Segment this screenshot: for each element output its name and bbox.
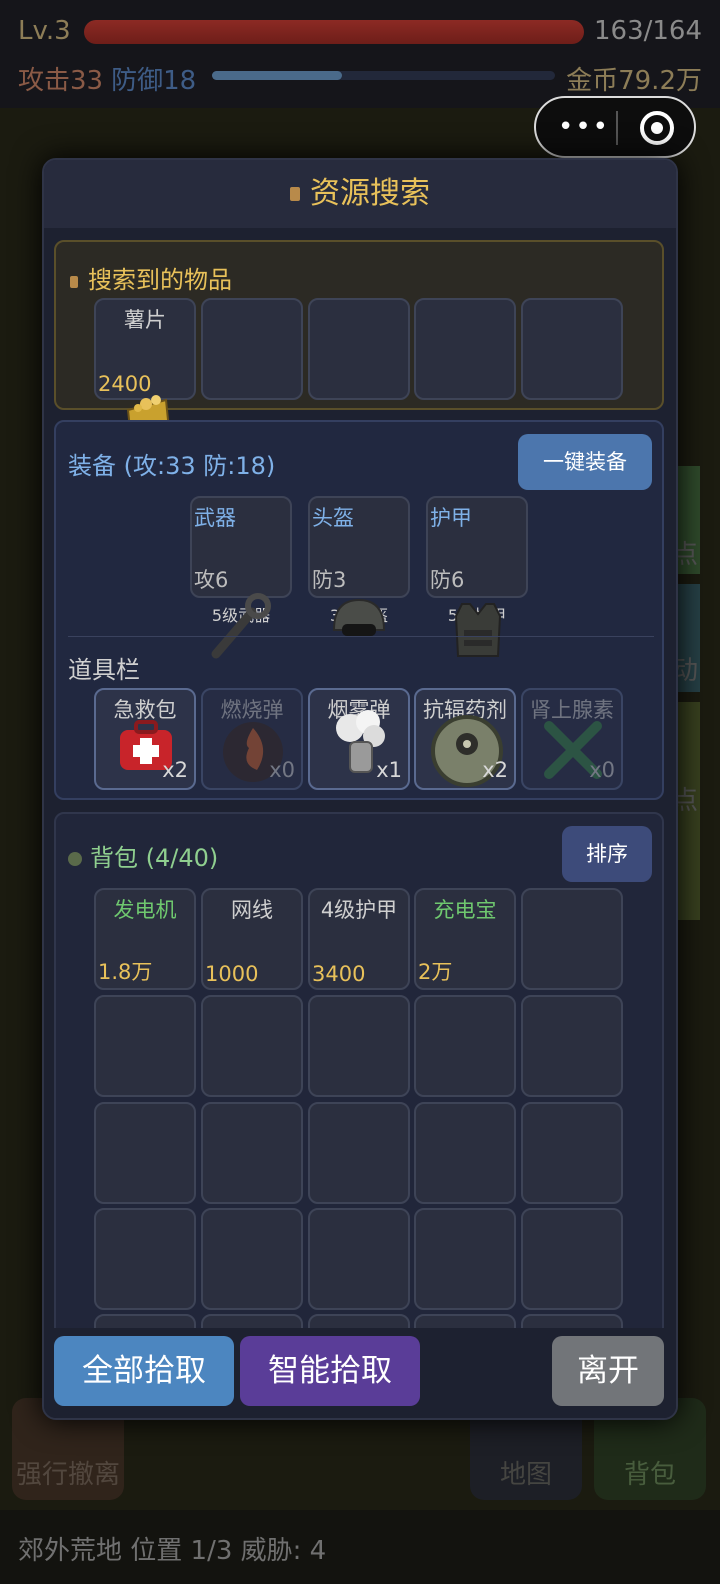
backpack-icon xyxy=(68,852,82,866)
smart-pick-button[interactable]: 智能拾取 xyxy=(240,1336,420,1406)
backpack-title: 背包 (4/40) xyxy=(68,838,218,873)
item-value: 1.8万 xyxy=(98,960,153,984)
xp-bar-fill xyxy=(212,71,343,80)
found-items-panel: 搜索到的物品 薯片 2400 xyxy=(54,240,664,450)
tool-count: x0 xyxy=(589,758,615,782)
tool-count: x2 xyxy=(482,758,508,782)
more-dots-icon[interactable]: ••• xyxy=(558,112,610,142)
xp-bar xyxy=(212,71,555,80)
backpack-slot[interactable] xyxy=(414,1208,516,1310)
slot-name: 头盔 xyxy=(312,506,354,530)
tool-slot-adrenaline[interactable]: 肾上腺素 x0 xyxy=(521,688,623,790)
item-name: 充电宝 xyxy=(433,898,497,922)
item-value: 1000 xyxy=(205,962,259,986)
item-value: 3400 xyxy=(312,962,366,986)
pick-all-button[interactable]: 全部拾取 xyxy=(54,1336,234,1406)
weapon-slot[interactable]: 武器 攻6 xyxy=(190,496,292,598)
backpack-label: 背包 xyxy=(623,1460,676,1490)
backpack-slot[interactable]: 充电宝 2万 xyxy=(414,888,516,990)
tool-count: x0 xyxy=(269,758,295,782)
backpack-slot[interactable] xyxy=(414,995,516,1097)
backpack-slot[interactable] xyxy=(308,995,410,1097)
backpack-slot[interactable] xyxy=(521,1102,623,1204)
defense-stat: 防御18 xyxy=(111,66,197,96)
equipment-panel: 装备 (攻:33 防:18) 一键装备 武器 攻6 5级武器 头盔 防3 3级头… xyxy=(54,420,664,800)
backpack-slot[interactable] xyxy=(201,1102,303,1204)
wrench-icon xyxy=(211,593,271,659)
resource-search-dialog: 资源搜索 搜索到的物品 薯片 2400 装备 (攻:33 防:18) 一键装备 … xyxy=(42,158,678,1420)
found-items-title: 搜索到的物品 xyxy=(70,260,232,295)
combat-stats: 攻击33 防御18 xyxy=(18,60,196,97)
backpack-slot[interactable] xyxy=(94,995,196,1097)
found-item-icon xyxy=(70,276,78,288)
miniprogram-capsule[interactable]: ••• xyxy=(534,96,696,158)
backpack-slot[interactable] xyxy=(94,1102,196,1204)
found-slot[interactable] xyxy=(521,298,623,400)
tool-count: x2 xyxy=(162,758,188,782)
backpack-slot[interactable] xyxy=(521,1208,623,1310)
hp-bar xyxy=(84,20,584,44)
hp-text: 163/164 xyxy=(593,16,702,46)
slot-stat: 攻6 xyxy=(194,568,229,592)
helmet-icon xyxy=(332,598,386,636)
sort-button[interactable]: 排序 xyxy=(562,826,652,882)
equipment-title: 装备 (攻:33 防:18) xyxy=(68,452,276,480)
action-bar: 全部拾取 智能拾取 离开 xyxy=(44,1328,676,1418)
slot-name: 武器 xyxy=(194,506,236,530)
backpack-slot[interactable] xyxy=(414,1102,516,1204)
found-slot[interactable] xyxy=(308,298,410,400)
backpack-slot[interactable] xyxy=(94,1208,196,1310)
helmet-slot[interactable]: 头盔 防3 xyxy=(308,496,410,598)
level-label: Lv.3 xyxy=(18,16,71,46)
capsule-divider xyxy=(616,111,618,145)
tool-slot-fire-bomb[interactable]: 燃烧弹 x0 xyxy=(201,688,303,790)
slot-stat: 防6 xyxy=(430,568,465,592)
item-name: 4级护甲 xyxy=(320,898,398,922)
evacuate-label: 强行撤离 xyxy=(15,1460,120,1490)
backpack-panel: 背包 (4/40) 排序 发电机 1.8万 网线 1000 4级护甲 3400 充电宝 2万 xyxy=(54,812,664,1416)
backpack-slot[interactable] xyxy=(308,1102,410,1204)
tool-slot-first-aid[interactable]: 急救包 x2 xyxy=(94,688,196,790)
found-slot[interactable] xyxy=(414,298,516,400)
equip-all-button[interactable]: 一键装备 xyxy=(518,434,652,490)
attack-stat: 攻击33 xyxy=(18,66,104,96)
tool-slot-anti-radiation[interactable]: 抗辐药剂 x2 xyxy=(414,688,516,790)
backpack-slot[interactable] xyxy=(201,1208,303,1310)
location-status-bar: 郊外荒地 位置 1/3 威胁: 4 xyxy=(0,1510,720,1584)
backpack-slot[interactable]: 4级护甲 3400 xyxy=(308,888,410,990)
item-name: 网线 xyxy=(231,898,273,922)
leave-button[interactable]: 离开 xyxy=(552,1336,664,1406)
armor-slot[interactable]: 护甲 防6 xyxy=(426,496,528,598)
tools-title: 道具栏 xyxy=(68,656,140,684)
backpack-slot[interactable] xyxy=(308,1208,410,1310)
tool-count: x1 xyxy=(376,758,402,782)
backpack-slot[interactable]: 网线 1000 xyxy=(201,888,303,990)
backpack-slot[interactable] xyxy=(521,888,623,990)
search-item-icon xyxy=(290,187,300,201)
gold-counter: 金币79.2万 xyxy=(566,66,702,96)
map-label: 地图 xyxy=(499,1460,552,1490)
backpack-slot[interactable] xyxy=(201,995,303,1097)
dialog-title: 资源搜索 xyxy=(310,176,430,211)
item-value: 2万 xyxy=(418,960,453,984)
item-name: 发电机 xyxy=(113,898,177,922)
found-slot[interactable] xyxy=(201,298,303,400)
target-icon[interactable] xyxy=(640,111,674,145)
item-name: 薯片 xyxy=(124,308,166,332)
location-status: 郊外荒地 位置 1/3 威胁: 4 xyxy=(18,1536,327,1566)
section-divider xyxy=(68,636,654,637)
slot-name: 护甲 xyxy=(430,506,472,530)
tool-slot-smoke[interactable]: 烟雾弹 x1 xyxy=(308,688,410,790)
top-hud: Lv.3 163/164 攻击33 防御18 金币79.2万 xyxy=(0,0,720,108)
backpack-slot[interactable] xyxy=(521,995,623,1097)
slot-stat: 防3 xyxy=(312,568,347,592)
found-slot[interactable]: 薯片 2400 xyxy=(94,298,196,400)
vest-icon xyxy=(454,603,502,657)
dialog-header: 资源搜索 xyxy=(44,160,676,228)
backpack-slot[interactable]: 发电机 1.8万 xyxy=(94,888,196,990)
